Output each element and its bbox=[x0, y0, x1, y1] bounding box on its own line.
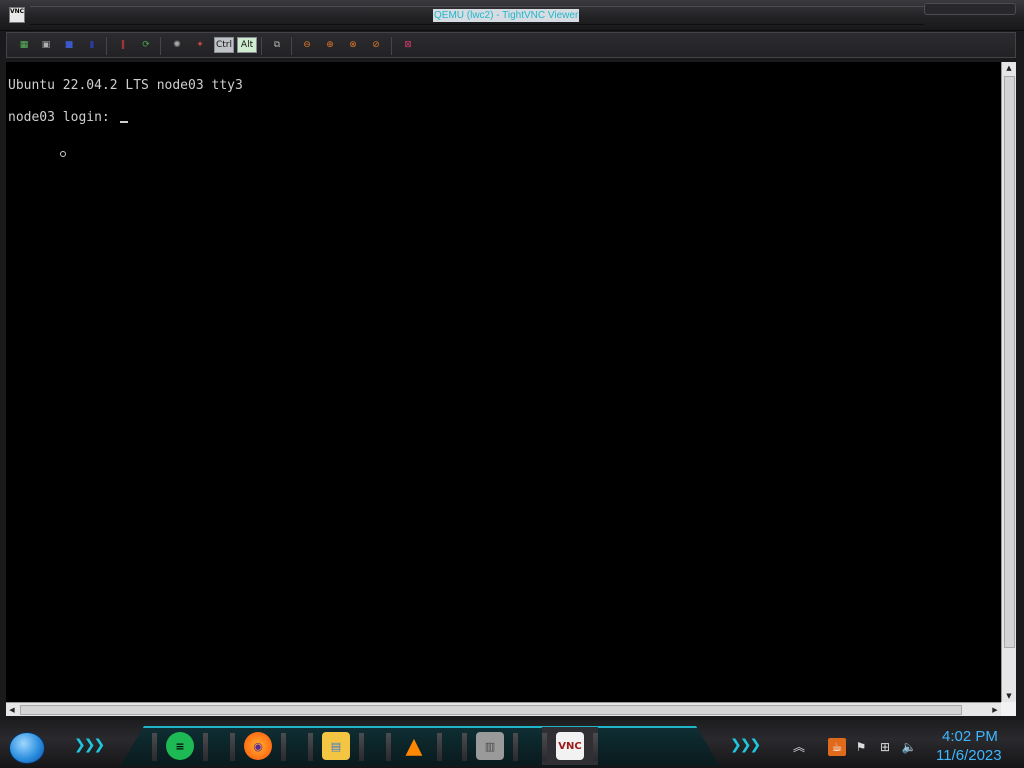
window-title: QEMU (lwc2) - TightVNC Viewer bbox=[433, 9, 580, 22]
taskbar-divider bbox=[281, 733, 286, 761]
scrollbar-corner bbox=[1001, 702, 1016, 716]
fullscreen-icon: ⊠ bbox=[404, 40, 412, 50]
scroll-left-arrow-icon[interactable]: ◀ bbox=[6, 703, 18, 717]
firewall-icon: ▥ bbox=[476, 732, 504, 760]
zoom-out-icon: ⊖ bbox=[303, 40, 311, 50]
window-title-bar[interactable]: VNC QEMU (lwc2) - TightVNC Viewer bbox=[0, 0, 1024, 31]
zoom-fit-icon: ⊘ bbox=[372, 40, 380, 50]
toolbar-separator bbox=[160, 37, 161, 55]
tray-spacer bbox=[814, 738, 822, 756]
pause-icon: ‖ bbox=[120, 40, 126, 50]
zoom-in-icon: ⊕ bbox=[326, 40, 334, 50]
transfer-files-button[interactable]: ⧉ bbox=[269, 37, 285, 53]
toolbar-separator bbox=[106, 37, 107, 55]
action-center-flag-icon[interactable]: ⚑ bbox=[852, 738, 870, 756]
file-explorer-icon: ▤ bbox=[322, 732, 350, 760]
taskbar-app-spotify[interactable]: ≡ bbox=[152, 727, 208, 765]
vnc-toolbar: ▦ ▣ ■ ▮ ‖ ⟳ ✺ ✦ Ctrl Alt ⧉ ⊖ ⊕ ⊗ ⊘ ⊠ bbox=[6, 32, 1016, 58]
horizontal-scrollbar[interactable]: ◀ ▶ bbox=[6, 702, 1001, 716]
connection-options-icon: ▦ bbox=[19, 40, 29, 50]
connection-info-icon: ▮ bbox=[89, 40, 95, 50]
taskbar-divider bbox=[593, 733, 598, 761]
refresh-icon: ⟳ bbox=[142, 40, 150, 50]
chevron-right-icon: ❯❯❯ bbox=[74, 737, 105, 753]
show-hidden-icons-icon[interactable]: ︽ bbox=[790, 738, 808, 756]
taskbar-divider bbox=[359, 733, 364, 761]
zoom-out-button[interactable]: ⊖ bbox=[299, 37, 315, 53]
text-cursor bbox=[119, 121, 128, 123]
horizontal-scroll-thumb[interactable] bbox=[20, 705, 962, 715]
pause-button[interactable]: ‖ bbox=[115, 37, 131, 53]
taskbar-divider bbox=[152, 733, 157, 761]
clock-time[interactable]: 4:02 PM bbox=[942, 728, 998, 745]
java-icon[interactable]: ☕ bbox=[828, 738, 846, 756]
vertical-scrollbar[interactable]: ▲ ▼ bbox=[1001, 62, 1016, 702]
connection-info-button[interactable]: ▮ bbox=[84, 37, 100, 53]
vlc-icon: ▲ bbox=[405, 733, 423, 759]
tightvnc-app-icon[interactable]: VNC bbox=[9, 7, 25, 23]
taskbar-divider bbox=[437, 733, 442, 761]
console-banner: Ubuntu 22.04.2 LTS node03 tty3 bbox=[8, 78, 243, 93]
taskbar-divider bbox=[513, 733, 518, 761]
zoom-100-icon: ⊗ bbox=[349, 40, 357, 50]
zoom-in-button[interactable]: ⊕ bbox=[322, 37, 338, 53]
send-ctrl-alt-del-button[interactable]: ✺ bbox=[169, 37, 185, 53]
transfer-files-icon: ⧉ bbox=[273, 40, 281, 50]
taskbar-divider bbox=[308, 733, 313, 761]
taskbar-app-file-explorer[interactable]: ▤ bbox=[308, 727, 364, 765]
new-connection-button[interactable]: ■ bbox=[61, 37, 77, 53]
firefox-icon: ◉ bbox=[244, 732, 272, 760]
new-connection-icon: ■ bbox=[64, 40, 74, 50]
scroll-right-arrow-icon[interactable]: ▶ bbox=[989, 703, 1001, 717]
spotify-icon: ≡ bbox=[166, 732, 194, 760]
taskbar-divider bbox=[386, 733, 391, 761]
network-icon[interactable]: ⊞ bbox=[876, 738, 894, 756]
taskbar-divider bbox=[230, 733, 235, 761]
chevron-right-icon: ❯❯❯ bbox=[730, 737, 761, 753]
toolbar-separator bbox=[261, 37, 262, 55]
scroll-up-arrow-icon[interactable]: ▲ bbox=[1002, 62, 1016, 74]
taskbar-divider bbox=[542, 733, 547, 761]
connection-options-button[interactable]: ▦ bbox=[16, 37, 32, 53]
refresh-button[interactable]: ⟳ bbox=[138, 37, 154, 53]
taskbar-divider bbox=[462, 733, 467, 761]
taskbar-divider bbox=[203, 733, 208, 761]
alt-key-toggle[interactable]: Alt bbox=[237, 37, 257, 53]
remote-screen[interactable]: Ubuntu 22.04.2 LTS node03 tty3 node03 lo… bbox=[6, 62, 1001, 702]
save-button[interactable]: ▣ bbox=[38, 37, 54, 53]
system-tray: ︽ ☕ ⚑ ⊞ 🔈 bbox=[790, 736, 918, 758]
toolbar-separator bbox=[391, 37, 392, 55]
remote-mouse-pointer bbox=[60, 151, 66, 157]
taskbar-app-firewall[interactable]: ▥ bbox=[462, 727, 518, 765]
title-bar-ridge bbox=[30, 6, 924, 7]
zoom-fit-button[interactable]: ⊘ bbox=[368, 37, 384, 53]
ctrl-key-toggle[interactable]: Ctrl bbox=[214, 37, 234, 53]
console-login-prompt: node03 login: bbox=[8, 110, 128, 126]
taskbar-app-firefox[interactable]: ◉ bbox=[230, 727, 286, 765]
vertical-scroll-thumb[interactable] bbox=[1004, 76, 1015, 648]
start-button[interactable] bbox=[9, 732, 45, 764]
fullscreen-button[interactable]: ⊠ bbox=[400, 37, 416, 53]
tightvnc-taskbar-icon: VNC bbox=[556, 732, 584, 760]
login-prompt-text: node03 login: bbox=[8, 110, 118, 125]
taskbar-app-vlc[interactable]: ▲ bbox=[386, 727, 442, 765]
zoom-100-button[interactable]: ⊗ bbox=[345, 37, 361, 53]
save-icon: ▣ bbox=[41, 40, 51, 50]
window-controls[interactable] bbox=[924, 3, 1016, 15]
send-ctrl-esc-icon: ✦ bbox=[196, 40, 204, 50]
scroll-down-arrow-icon[interactable]: ▼ bbox=[1002, 690, 1016, 702]
send-ctrl-alt-del-icon: ✺ bbox=[173, 40, 181, 50]
clock-date[interactable]: 11/6/2023 bbox=[936, 747, 1002, 764]
toolbar-separator bbox=[291, 37, 292, 55]
taskbar-app-tightvnc-active[interactable]: VNC bbox=[542, 727, 598, 765]
send-ctrl-esc-button[interactable]: ✦ bbox=[192, 37, 208, 53]
title-bar-ridge-lower bbox=[30, 24, 924, 25]
volume-icon[interactable]: 🔈 bbox=[900, 738, 918, 756]
